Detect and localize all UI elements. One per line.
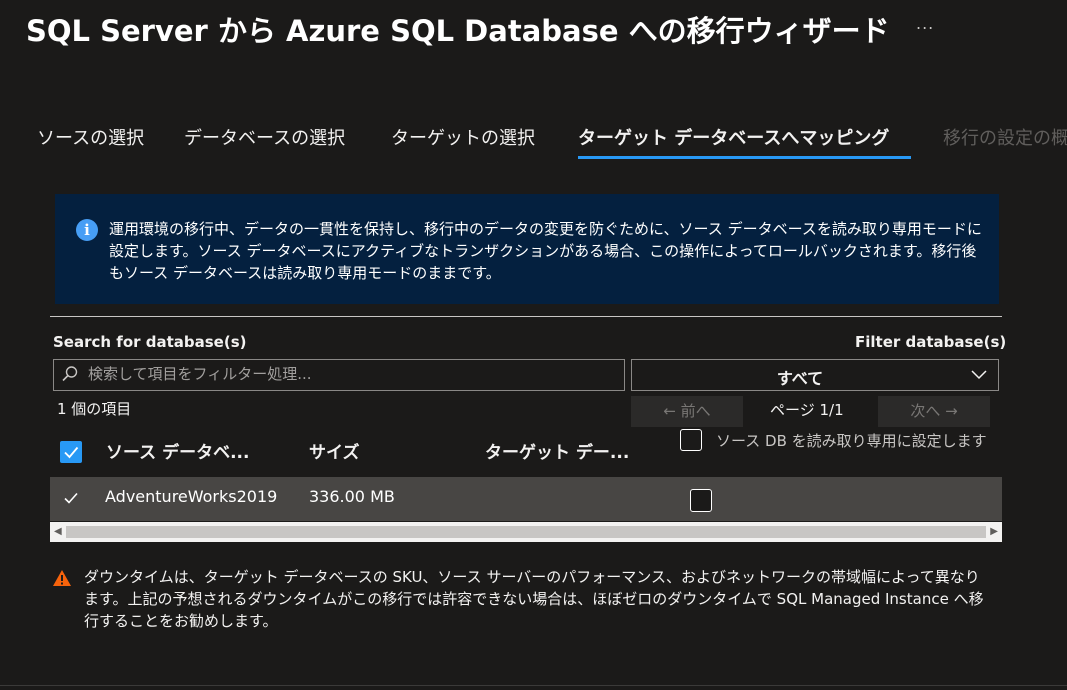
next-page-button[interactable]: 次へ →	[878, 396, 990, 427]
active-tab-indicator	[578, 156, 911, 159]
search-input[interactable]	[88, 362, 608, 386]
row-selected-checkmark-icon[interactable]	[62, 489, 80, 511]
info-icon: i	[76, 219, 98, 241]
section-divider	[50, 316, 1002, 317]
filter-dropdown[interactable]: すべて	[631, 359, 999, 391]
info-text: 運用環境の移行中、データの一貫性を保持し、移行中のデータの変更を防ぐために、ソー…	[109, 220, 982, 282]
table-row[interactable]: AdventureWorks2019 336.00 MB	[50, 477, 1002, 521]
chevron-down-icon	[970, 365, 988, 387]
row-source-db: AdventureWorks2019	[105, 487, 278, 506]
warning-text: ダウンタイムは、ターゲット データベースの SKU、ソース サーバーのパフォーマ…	[84, 568, 984, 630]
item-count: 1 個の項目	[57, 400, 132, 418]
column-header-size[interactable]: サイズ	[309, 438, 360, 463]
scroll-left-icon[interactable]: ◀	[54, 526, 62, 537]
tab-source-selection[interactable]: ソースの選択	[37, 124, 144, 150]
checkmark-icon	[64, 446, 79, 459]
horizontal-scrollbar[interactable]: ◀ ▶	[50, 522, 1002, 542]
tab-database-selection[interactable]: データベースの選択	[184, 124, 345, 150]
scroll-right-icon[interactable]: ▶	[990, 526, 998, 537]
readonly-all-checkbox[interactable]	[680, 429, 702, 451]
search-icon	[61, 365, 79, 387]
page-title: SQL Server から Azure SQL Database への移行ウィザ…	[26, 14, 890, 48]
scrollbar-thumb[interactable]	[66, 526, 986, 538]
search-box[interactable]	[53, 359, 625, 391]
filter-selected-value: すべて	[776, 369, 824, 388]
info-banner: i 運用環境の移行中、データの一貫性を保持し、移行中のデータの変更を防ぐために、…	[55, 194, 999, 304]
tab-map-target-databases[interactable]: ターゲット データベースへマッピング	[578, 124, 889, 150]
prev-page-button[interactable]: ← 前へ	[631, 396, 743, 427]
filter-label: Filter database(s)	[855, 333, 1007, 351]
warning-icon	[52, 569, 72, 591]
search-label: Search for database(s)	[53, 333, 247, 351]
wizard-tabs: ソースの選択 データベースの選択 ターゲットの選択 ターゲット データベースへマ…	[0, 124, 1067, 164]
tab-target-selection[interactable]: ターゲットの選択	[391, 124, 535, 150]
page-indicator: ページ 1/1	[770, 401, 844, 419]
column-header-target-db[interactable]: ターゲット デー...	[485, 438, 629, 463]
footer-divider	[0, 685, 1067, 686]
readonly-column-label: ソース DB を読み取り専用に設定します	[716, 432, 987, 450]
select-all-checkbox[interactable]	[60, 441, 82, 463]
row-size: 336.00 MB	[309, 487, 395, 506]
column-header-source-db[interactable]: ソース データベ...	[106, 438, 249, 463]
more-options-button[interactable]: ...	[916, 14, 934, 33]
tab-migration-summary: 移行の設定の概要	[943, 128, 1067, 149]
row-readonly-checkbox[interactable]	[690, 489, 712, 512]
